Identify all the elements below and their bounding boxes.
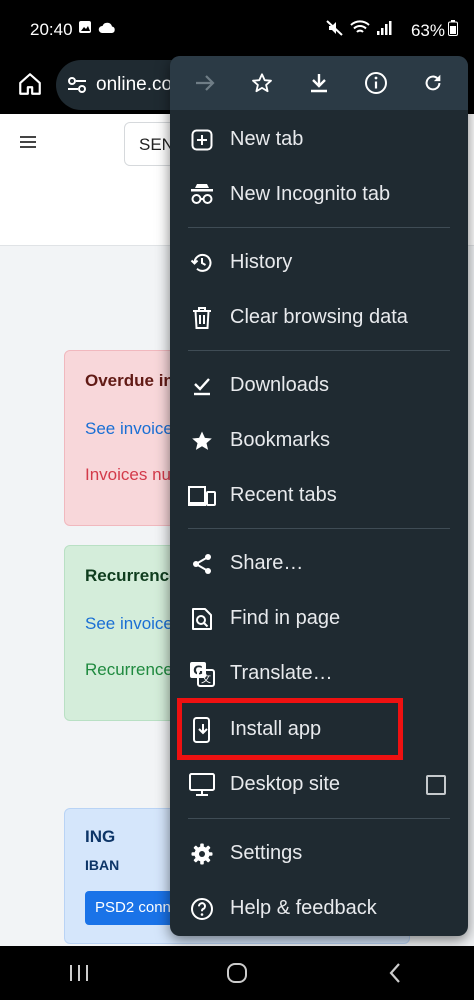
gear-icon xyxy=(188,840,216,868)
svg-text:文: 文 xyxy=(201,672,211,685)
downloads-icon xyxy=(188,372,216,400)
find-in-page-icon xyxy=(188,605,216,633)
install-app-highlight-box xyxy=(177,698,403,760)
recent-apps-button[interactable] xyxy=(49,953,109,993)
forward-icon[interactable] xyxy=(185,63,225,103)
home-button[interactable] xyxy=(12,66,48,102)
menu-item-label: Recent tabs xyxy=(230,484,337,506)
menu-top-row xyxy=(170,56,468,110)
share-icon xyxy=(188,550,216,578)
menu-item-label: Settings xyxy=(230,842,303,864)
menu-divider xyxy=(188,227,450,228)
menu-item-find-in-page[interactable]: Find in page xyxy=(170,591,468,646)
history-icon xyxy=(188,249,216,277)
menu-item-new-incognito-tab[interactable]: New Incognito tab xyxy=(170,167,468,222)
plus-box-icon xyxy=(188,126,216,154)
status-bar: 20:40 63% xyxy=(0,0,474,58)
home-icon xyxy=(19,73,41,95)
gallery-icon xyxy=(78,20,92,39)
back-chevron-icon xyxy=(389,963,400,983)
home-circle-icon xyxy=(227,963,247,983)
menu-item-desktop-site[interactable]: Desktop site xyxy=(170,757,468,812)
menu-divider xyxy=(188,818,450,819)
menu-item-label: Translate… xyxy=(230,662,333,684)
menu-item-label: New Incognito tab xyxy=(230,183,391,205)
mute-icon xyxy=(326,20,344,41)
menu-item-label: Clear browsing data xyxy=(230,306,408,328)
menu-item-label: New tab xyxy=(230,128,304,150)
menu-item-translate[interactable]: G文 Translate… xyxy=(170,646,468,701)
back-nav-button[interactable] xyxy=(365,953,425,993)
monitor-icon xyxy=(188,771,216,799)
site-settings-icon[interactable] xyxy=(66,74,88,96)
battery-percent: 63% xyxy=(410,20,445,40)
translate-icon: G文 xyxy=(188,660,216,688)
menu-item-label: Find in page xyxy=(230,607,341,629)
menu-item-downloads[interactable]: Downloads xyxy=(170,358,468,413)
refresh-icon[interactable] xyxy=(413,63,453,103)
trash-icon xyxy=(188,304,216,332)
signal-icon xyxy=(376,20,392,41)
help-icon xyxy=(188,895,216,923)
status-time: 20:40 xyxy=(30,20,73,39)
battery-icon xyxy=(448,20,458,41)
home-nav-button[interactable] xyxy=(207,953,267,993)
menu-item-bookmarks[interactable]: Bookmarks xyxy=(170,413,468,468)
menu-divider xyxy=(188,350,450,351)
chrome-overflow-menu: New tab New Incognito tab History Clear … xyxy=(170,56,468,936)
wifi-icon xyxy=(350,20,370,41)
menu-item-share[interactable]: Share… xyxy=(170,536,468,591)
url-text[interactable]: online.co xyxy=(96,74,172,96)
menu-item-help-feedback[interactable]: Help & feedback xyxy=(170,881,468,936)
iban-label: IBAN xyxy=(85,857,120,873)
menu-divider xyxy=(188,528,450,529)
incognito-icon xyxy=(188,181,216,209)
menu-item-label: Bookmarks xyxy=(230,429,331,451)
info-icon[interactable] xyxy=(356,63,396,103)
star-icon[interactable] xyxy=(242,63,282,103)
menu-item-label: Downloads xyxy=(230,374,329,396)
hamburger-menu-icon[interactable] xyxy=(20,136,36,151)
star-filled-icon xyxy=(188,427,216,455)
menu-item-label: Help & feedback xyxy=(230,897,377,919)
menu-item-settings[interactable]: Settings xyxy=(170,826,468,881)
devices-icon xyxy=(188,482,216,510)
download-icon[interactable] xyxy=(299,63,339,103)
menu-item-label: Desktop site xyxy=(230,773,341,795)
cloud-icon xyxy=(98,21,116,39)
android-nav-bar xyxy=(0,946,474,1000)
desktop-site-checkbox[interactable] xyxy=(426,775,446,795)
menu-item-clear-browsing-data[interactable]: Clear browsing data xyxy=(170,290,468,345)
recent-apps-icon xyxy=(70,965,88,981)
menu-item-label: Share… xyxy=(230,552,304,574)
menu-item-history[interactable]: History xyxy=(170,235,468,290)
menu-item-recent-tabs[interactable]: Recent tabs xyxy=(170,468,468,523)
menu-item-new-tab[interactable]: New tab xyxy=(170,112,468,167)
menu-item-label: History xyxy=(230,251,293,273)
